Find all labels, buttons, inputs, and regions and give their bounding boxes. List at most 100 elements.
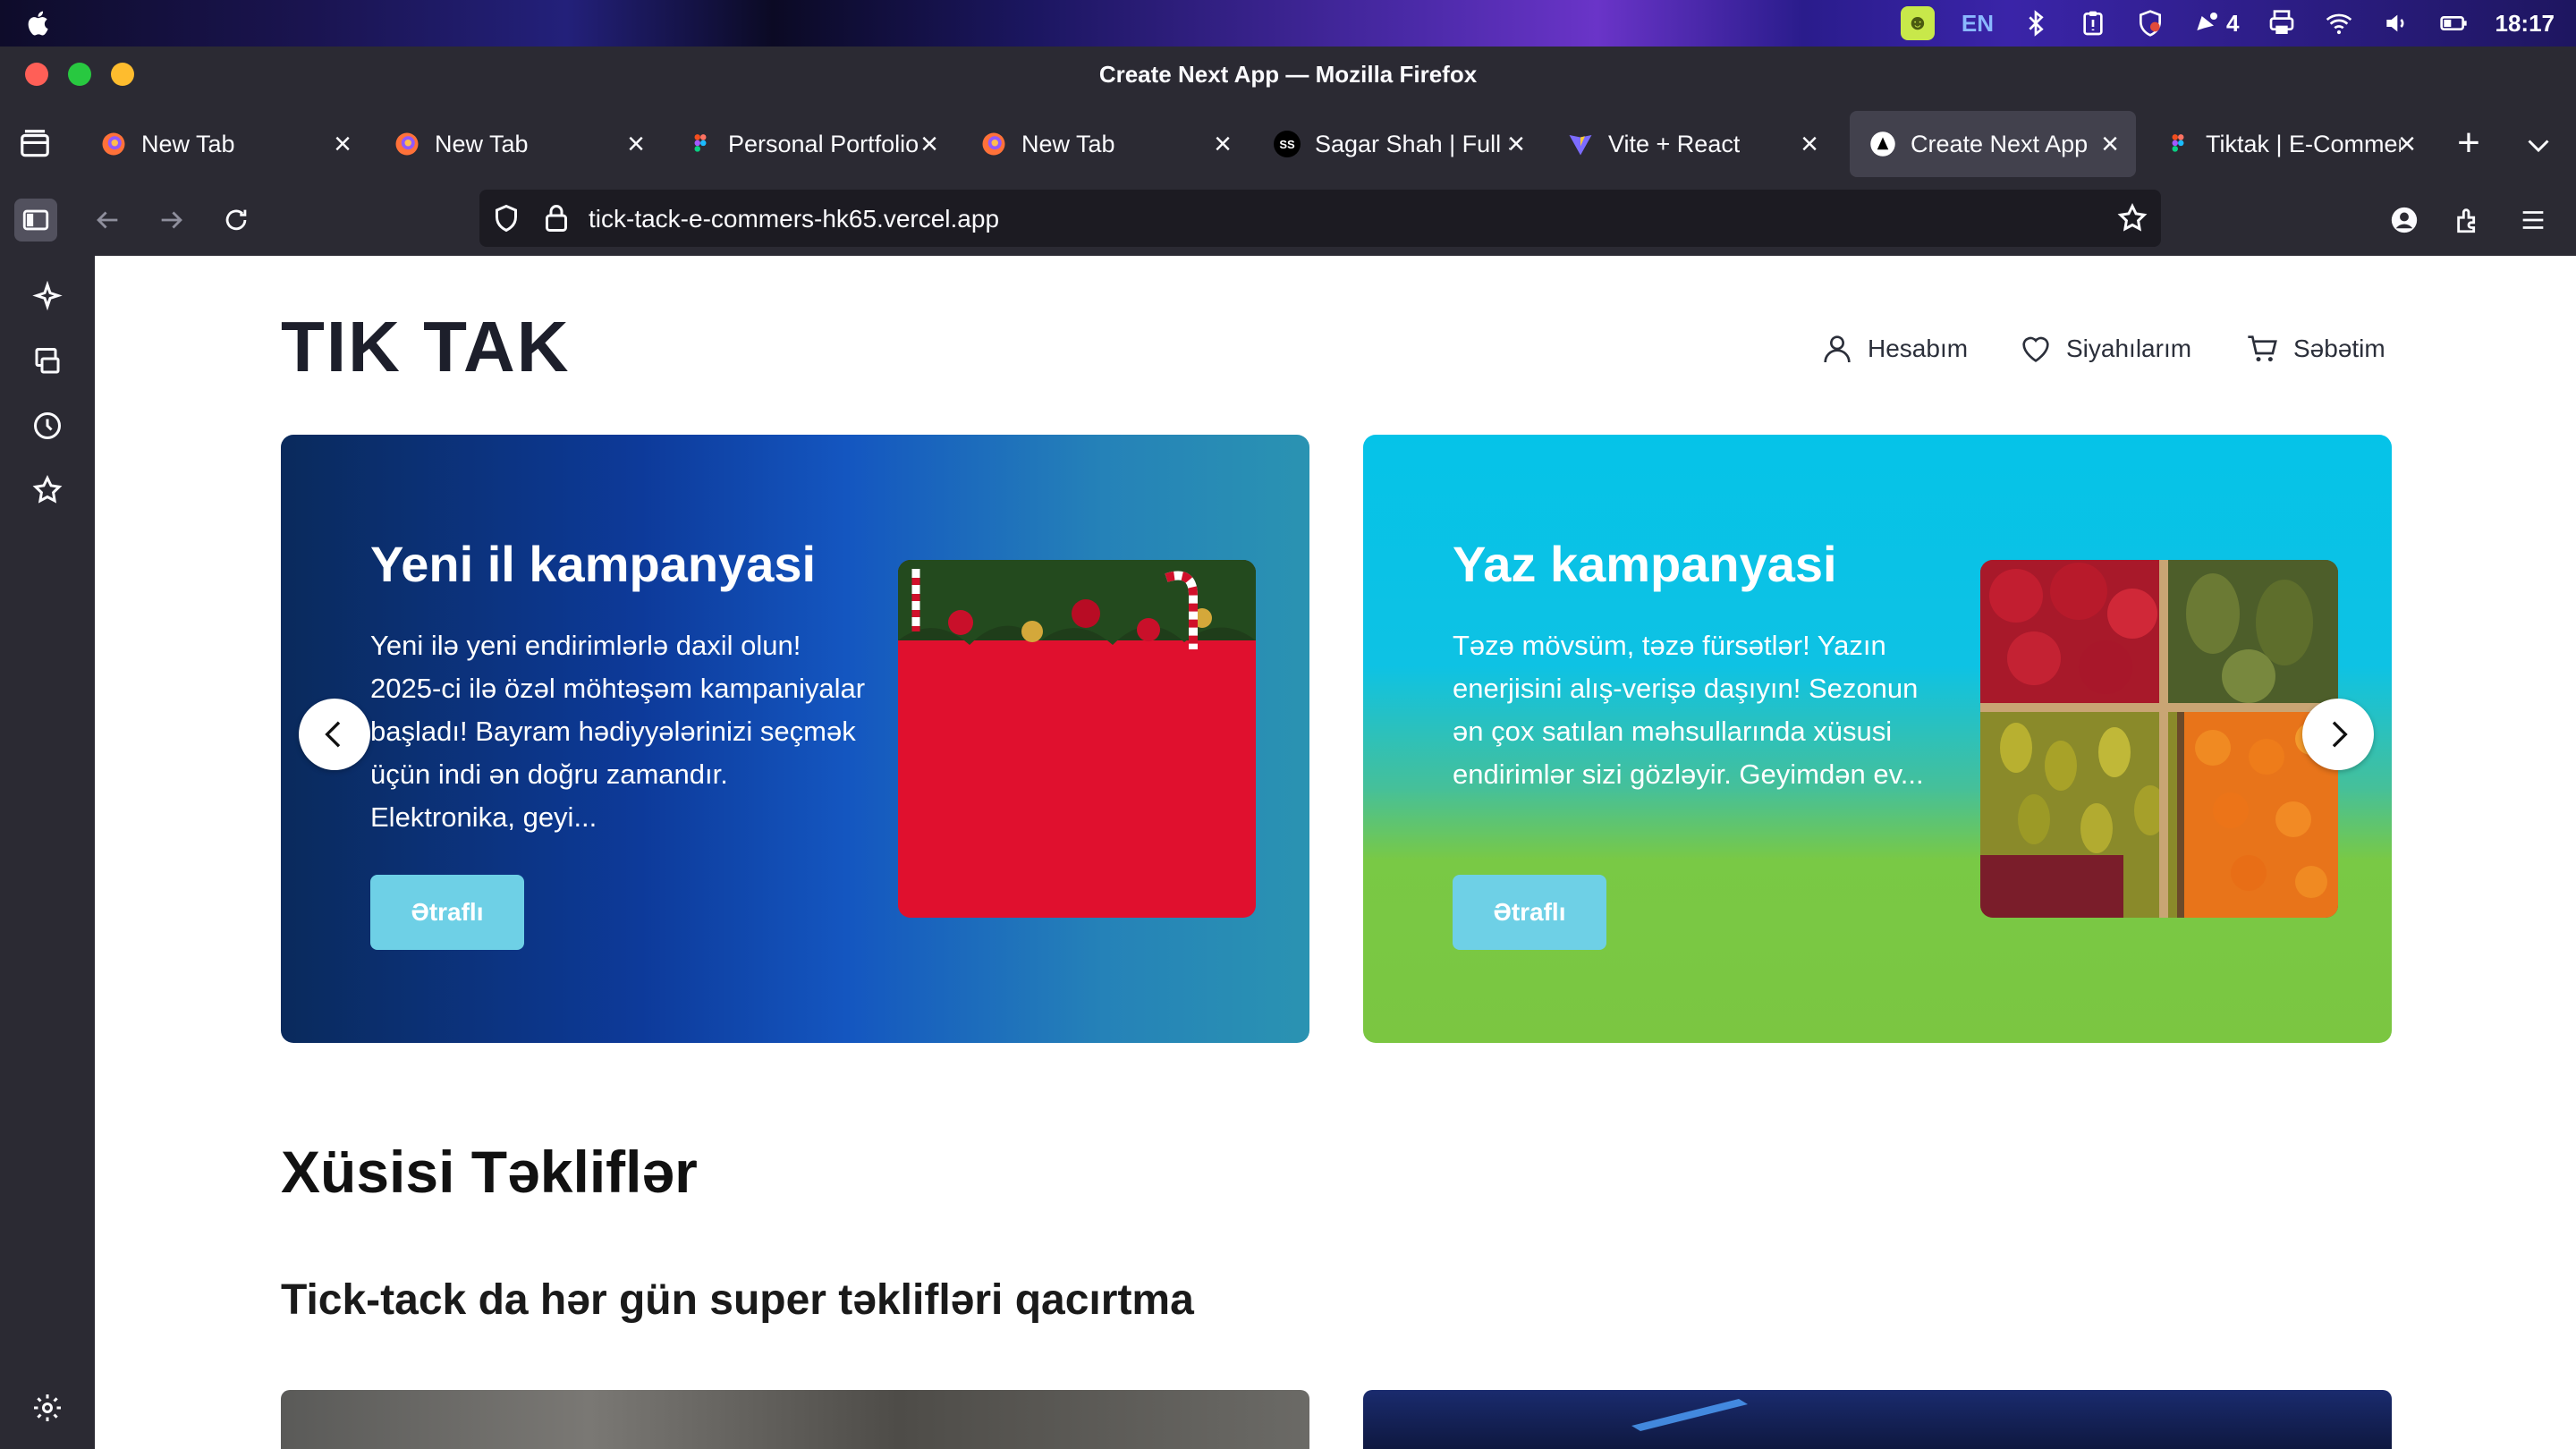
tab-title: Sagar Shah | Full S — [1315, 130, 1510, 157]
tab-new-tab-3[interactable]: New Tab × — [961, 111, 1249, 177]
tab-create-next-app[interactable]: Create Next App × — [1850, 111, 2136, 177]
cart-icon — [2248, 335, 2277, 362]
wifi-icon[interactable] — [2324, 8, 2354, 38]
firefox-icon — [100, 131, 127, 157]
tab-new-tab-2[interactable]: New Tab × — [374, 111, 662, 177]
forward-button[interactable] — [150, 199, 193, 242]
figma-icon — [2165, 131, 2191, 157]
wishlist-link-label: Siyahılarım — [2066, 335, 2192, 362]
tab-sagar-shah[interactable]: SS Sagar Shah | Full S × — [1254, 111, 1542, 177]
tab-title: Tiktak | E-Commer — [2206, 130, 2401, 157]
campaign-slide-spring[interactable]: Yaz kampanyasi Təzə mövsüm, təzə fürsətl… — [1363, 435, 2392, 1043]
macos-menubar: ☻ EN 4 18:17 — [0, 0, 2576, 47]
chevron-down-icon[interactable] — [2522, 129, 2555, 161]
menubar-clock[interactable]: 18:17 — [2496, 10, 2555, 38]
carousel-prev-button[interactable] — [299, 699, 370, 770]
history-icon[interactable] — [28, 406, 67, 445]
close-tab-icon[interactable]: × — [2394, 129, 2420, 159]
account-link[interactable]: Hesabım — [1819, 331, 1968, 367]
fruits-market-image — [1980, 560, 2338, 918]
window-title: Create Next App — Mozilla Firefox — [1098, 61, 1478, 88]
back-button[interactable] — [86, 199, 129, 242]
page-content: TIK TAK Hesabım Siyahılarım Səbətim Yeni… — [95, 256, 2576, 1449]
sidebar-settings-gear-icon[interactable] — [28, 1388, 67, 1428]
carousel-next-button[interactable] — [2302, 699, 2374, 770]
close-tab-icon[interactable]: × — [623, 129, 649, 159]
close-tab-icon[interactable]: × — [1209, 129, 1236, 159]
app-status-icon[interactable]: ☻ — [1900, 6, 1935, 40]
apple-icon[interactable] — [25, 9, 54, 38]
firefox-icon — [394, 131, 420, 157]
cart-link-label: Səbətim — [2293, 335, 2385, 362]
christmas-image — [898, 560, 1256, 918]
lock-icon[interactable] — [540, 202, 572, 234]
notifications-count: 4 — [2226, 9, 2240, 37]
address-bar[interactable]: tick-tack-e-commers-hk65.vercel.app — [479, 190, 2161, 247]
vite-icon — [1567, 131, 1594, 157]
close-window-button[interactable] — [25, 63, 48, 86]
slide-description: Təzə mövsüm, təzə fürsətlər! Yazın enerj… — [1453, 630, 1924, 790]
firefox-view-icon[interactable] — [18, 127, 52, 161]
bookmark-star-icon[interactable] — [2116, 202, 2148, 234]
tab-title: Personal Portfolio — [728, 130, 919, 157]
chevron-right-icon — [2332, 721, 2348, 748]
tab-vite-react[interactable]: Vite + React × — [1547, 111, 1835, 177]
user-icon — [1824, 335, 1851, 363]
sidebar-toggle-button[interactable] — [14, 199, 57, 242]
tab-tiktak-ecommerce[interactable]: Tiktak | E-Commer × — [2145, 111, 2433, 177]
campaign-slide-new-year[interactable]: Yeni il kampanyasi Yeni ilə yeni endirim… — [281, 435, 1309, 1043]
new-tab-button[interactable]: + — [2451, 123, 2487, 163]
tab-new-tab-1[interactable]: New Tab × — [80, 111, 369, 177]
account-icon[interactable] — [2383, 199, 2426, 242]
heart-icon — [2022, 336, 2049, 362]
minimize-window-button[interactable] — [111, 63, 134, 86]
slide-title: Yeni il kampanyasi — [370, 536, 817, 592]
url-text[interactable]: tick-tack-e-commers-hk65.vercel.app — [589, 205, 999, 233]
section-title: Xüsisi Təkliflər — [281, 1139, 698, 1205]
offer-card-image[interactable] — [1363, 1390, 2392, 1449]
chevron-left-icon — [325, 721, 341, 748]
close-tab-icon[interactable]: × — [329, 129, 356, 159]
ai-chatbot-icon[interactable] — [28, 277, 67, 317]
section-subtitle: Tick-tack da hər gün super təklifləri qa… — [281, 1276, 1194, 1324]
next-icon — [1869, 131, 1896, 157]
close-tab-icon[interactable]: × — [2097, 129, 2123, 159]
status-tray: ☻ EN 4 18:17 — [1900, 0, 2555, 47]
volume-icon[interactable] — [2381, 8, 2411, 38]
details-button[interactable]: Ətraflı — [370, 875, 524, 950]
bluetooth-icon[interactable] — [2021, 8, 2051, 38]
tab-title: New Tab — [435, 130, 529, 157]
tab-title: Vite + React — [1608, 130, 1741, 157]
extensions-icon[interactable] — [2447, 199, 2490, 242]
menu-hamburger-icon[interactable] — [2512, 199, 2555, 242]
notifications-icon[interactable]: 4 — [2192, 8, 2240, 38]
battery-icon[interactable] — [2438, 8, 2469, 38]
clipboard-icon[interactable] — [2078, 8, 2108, 38]
synced-tabs-icon[interactable] — [28, 342, 67, 381]
maximize-window-button[interactable] — [68, 63, 91, 86]
browser-sidebar — [0, 256, 95, 1449]
bookmarks-icon[interactable] — [28, 470, 67, 510]
site-logo[interactable]: TIK TAK — [281, 306, 571, 388]
shield-vpn-icon[interactable] — [2135, 8, 2165, 38]
slide-description: Yeni ilə yeni endirimlərlə daxil olun! 2… — [370, 630, 866, 833]
tracking-protection-shield-icon[interactable] — [490, 202, 522, 234]
slide-title: Yaz kampanyasi — [1453, 536, 1837, 592]
navigation-toolbar: tick-tack-e-commers-hk65.vercel.app — [0, 184, 2576, 256]
tab-bar: New Tab × New Tab × Personal Portfolio ×… — [0, 104, 2576, 184]
ss-icon: SS — [1274, 131, 1301, 157]
tab-personal-portfolio[interactable]: Personal Portfolio × — [667, 111, 955, 177]
firefox-icon — [980, 131, 1007, 157]
printer-icon[interactable] — [2267, 8, 2297, 38]
tab-title: New Tab — [1021, 130, 1115, 157]
window-titlebar: Create Next App — Mozilla Firefox — [0, 47, 2576, 104]
close-tab-icon[interactable]: × — [1503, 129, 1530, 159]
details-button[interactable]: Ətraflı — [1453, 875, 1606, 950]
input-language[interactable]: EN — [1962, 10, 1994, 38]
close-tab-icon[interactable]: × — [1796, 129, 1823, 159]
reload-button[interactable] — [215, 199, 258, 242]
wishlist-link[interactable]: Siyahılarım — [2018, 331, 2191, 367]
offer-card-image[interactable] — [281, 1390, 1309, 1449]
cart-link[interactable]: Səbətim — [2245, 331, 2385, 367]
close-tab-icon[interactable]: × — [916, 129, 943, 159]
